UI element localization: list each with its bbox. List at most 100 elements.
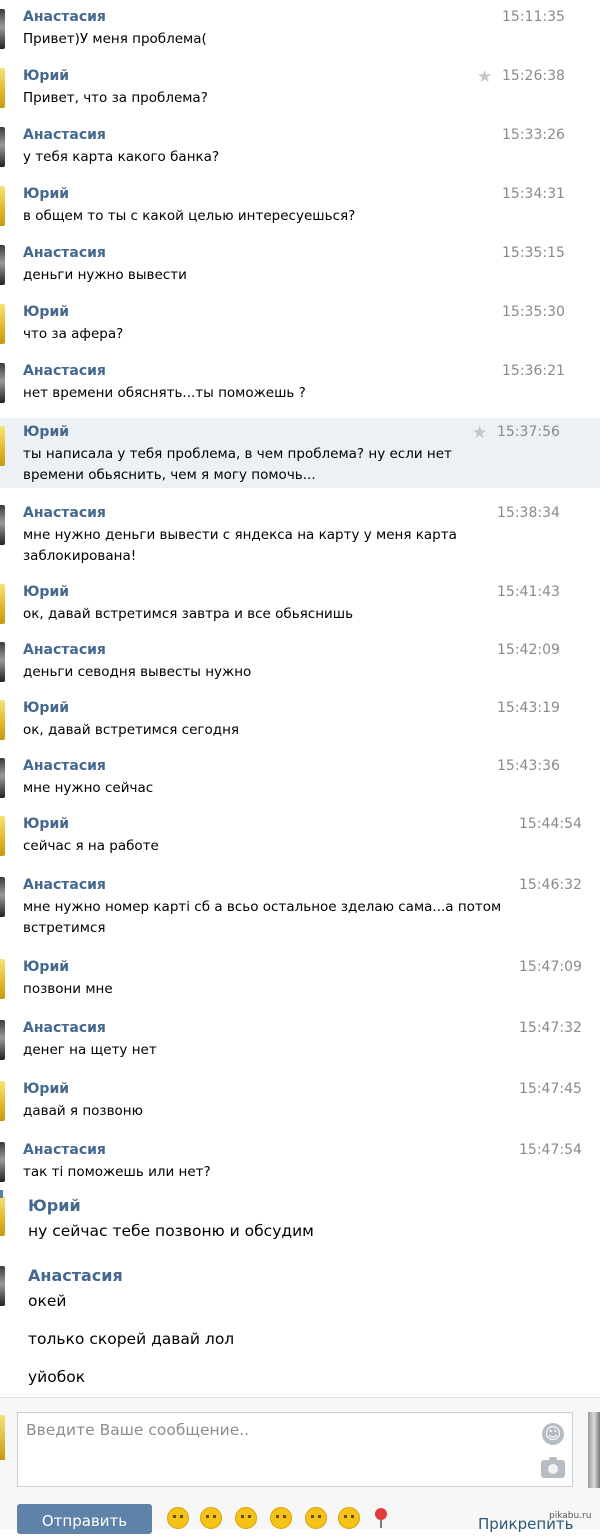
emoji-wink-icon[interactable] xyxy=(270,1507,292,1529)
message-item[interactable]: Юрий 15:37:56 ★ ты написала у тебя проблема… xyxy=(0,418,600,488)
emoji-sad-icon[interactable] xyxy=(305,1507,327,1529)
message-composer: Введите Ваше сообщение.. ☺ Отправить При… xyxy=(0,1397,600,1534)
author-name[interactable]: Анастасия xyxy=(28,1266,123,1285)
message-time[interactable]: 15:26:38 xyxy=(502,68,565,84)
author-name[interactable]: Юрий xyxy=(23,584,69,600)
author-avatar[interactable] xyxy=(0,127,5,167)
message-item[interactable]: Юрий 15:34:31 в общем то ты с какой целью … xyxy=(0,182,600,241)
author-avatar[interactable] xyxy=(0,816,5,856)
message-text: ок, давай встретимся сегодня xyxy=(23,722,240,738)
message-time[interactable]: 15:11:35 xyxy=(502,9,565,25)
message-time[interactable]: 15:42:09 xyxy=(497,642,560,658)
author-avatar[interactable] xyxy=(0,959,5,999)
message-item[interactable]: Анастасия 15:43:36 мне нужно сейчас xyxy=(0,754,600,813)
author-avatar[interactable] xyxy=(0,584,5,624)
author-name[interactable]: Анастасия xyxy=(23,758,106,774)
message-time[interactable]: 15:41:43 xyxy=(497,584,560,600)
author-name[interactable]: Анастасия xyxy=(23,1020,106,1036)
message-item[interactable]: Юрий 15:41:43 ок, давай встретимся завтра … xyxy=(0,580,600,639)
author-name[interactable]: Анастасия xyxy=(23,245,106,261)
message-item[interactable]: Анастасия 15:36:21 нет времени обяснять...… xyxy=(0,359,600,418)
author-avatar[interactable] xyxy=(0,186,5,226)
author-avatar[interactable] xyxy=(0,1020,5,1060)
emoji-angry-icon[interactable] xyxy=(200,1507,222,1529)
author-avatar[interactable] xyxy=(0,426,5,466)
message-time[interactable]: 15:47:45 xyxy=(519,1081,582,1097)
message-item[interactable]: Юрий 15:43:19 ок, давай встретимся сегодня xyxy=(0,696,600,755)
author-name[interactable]: Анастасия xyxy=(23,505,106,521)
message-time[interactable]: 15:33:26 xyxy=(502,127,565,143)
message-time[interactable]: 15:46:32 xyxy=(519,877,582,893)
author-name[interactable]: Юрий xyxy=(23,304,69,320)
author-name[interactable]: Юрий xyxy=(28,1196,81,1215)
message-time[interactable]: 15:36:21 xyxy=(502,363,565,379)
author-avatar[interactable] xyxy=(0,9,5,49)
author-avatar[interactable] xyxy=(0,1081,5,1121)
message-time[interactable]: 15:34:31 xyxy=(502,186,565,202)
message-item[interactable]: Юрий 15:26:38 ★ Привет, что за проблема? xyxy=(0,64,600,123)
send-button[interactable]: Отправить xyxy=(17,1504,152,1534)
message-time[interactable]: 15:47:32 xyxy=(519,1020,582,1036)
author-name[interactable]: Юрий xyxy=(23,186,69,202)
companion-avatar[interactable] xyxy=(588,1412,600,1488)
author-name[interactable]: Юрий xyxy=(23,1081,69,1097)
author-name[interactable]: Анастасия xyxy=(23,9,106,25)
message-item[interactable]: Юрий 15:47:09 позвони мне xyxy=(0,955,600,1017)
emoji-laugh-icon[interactable] xyxy=(235,1507,257,1529)
author-avatar[interactable] xyxy=(0,758,5,798)
message-time[interactable]: 15:43:36 xyxy=(497,758,560,774)
author-name[interactable]: Юрий xyxy=(23,68,69,84)
emoji-smile-icon[interactable] xyxy=(167,1507,189,1529)
message-time[interactable]: 15:37:56 xyxy=(497,424,560,440)
message-time[interactable]: 15:47:09 xyxy=(519,959,582,975)
author-avatar[interactable] xyxy=(0,505,5,545)
message-item[interactable]: Юрий ну сейчас тебе позвоню и обсудим xyxy=(0,1192,600,1266)
message-text: сейчас я на работе xyxy=(23,838,159,854)
author-avatar[interactable] xyxy=(0,642,5,682)
message-item[interactable]: Анастасия окей только скорей давай лол уй… xyxy=(0,1262,600,1396)
message-item[interactable]: Анастасия 15:46:32 мне нужно номер карті с… xyxy=(0,873,600,955)
message-item[interactable]: Анастасия 15:35:15 деньги нужно вывести xyxy=(0,241,600,300)
message-time[interactable]: 15:35:15 xyxy=(502,245,565,261)
message-item[interactable]: Анастасия 15:47:32 денег на щету нет xyxy=(0,1016,600,1078)
author-avatar[interactable] xyxy=(0,363,5,403)
author-avatar[interactable] xyxy=(0,304,5,344)
message-time[interactable]: 15:44:54 xyxy=(519,816,582,832)
message-item[interactable]: Юрий 15:47:45 давай я позвоню xyxy=(0,1077,600,1139)
author-name[interactable]: Анастасия xyxy=(23,1142,106,1158)
author-name[interactable]: Юрий xyxy=(23,700,69,716)
message-item[interactable]: Анастасия 15:33:26 у тебя карта какого бан… xyxy=(0,123,600,182)
author-avatar[interactable] xyxy=(0,700,5,740)
message-item[interactable]: Анастасия 15:11:35 Привет)У меня проблема( xyxy=(0,5,600,64)
author-avatar[interactable] xyxy=(0,1142,5,1182)
author-avatar[interactable] xyxy=(0,877,5,917)
message-text: ну сейчас тебе позвоню и обсудим xyxy=(28,1222,314,1240)
author-name[interactable]: Анастасия xyxy=(23,642,106,658)
message-time[interactable]: 15:35:30 xyxy=(502,304,565,320)
pin-icon[interactable] xyxy=(375,1508,387,1528)
message-time[interactable]: 15:43:19 xyxy=(497,700,560,716)
author-name[interactable]: Юрий xyxy=(23,424,69,440)
message-input[interactable]: Введите Ваше сообщение.. ☺ xyxy=(17,1412,573,1487)
camera-icon[interactable] xyxy=(541,1457,565,1478)
author-avatar[interactable] xyxy=(0,1196,5,1236)
emoji-glasses-icon[interactable] xyxy=(338,1507,360,1529)
author-avatar[interactable] xyxy=(0,68,5,108)
author-name[interactable]: Анастасия xyxy=(23,363,106,379)
author-avatar[interactable] xyxy=(0,1266,5,1306)
message-item[interactable]: Юрий 15:35:30 что за афера? xyxy=(0,300,600,359)
message-time[interactable]: 15:38:34 xyxy=(497,505,560,521)
message-item[interactable]: Анастасия 15:47:54 так ті поможешь или нет… xyxy=(0,1138,600,1196)
author-name[interactable]: Анастасия xyxy=(23,127,106,143)
author-name[interactable]: Юрий xyxy=(23,959,69,975)
star-icon[interactable]: ★ xyxy=(477,69,492,86)
message-time[interactable]: 15:47:54 xyxy=(519,1142,582,1158)
smile-icon[interactable]: ☺ xyxy=(542,1423,564,1445)
star-icon[interactable]: ★ xyxy=(472,425,487,442)
author-name[interactable]: Анастасия xyxy=(23,877,106,893)
author-avatar[interactable] xyxy=(0,245,5,285)
message-item[interactable]: Анастасия 15:38:34 мне нужно деньги вывест… xyxy=(0,501,600,579)
message-item[interactable]: Анастасия 15:42:09 деньги севодня вывесты … xyxy=(0,638,600,697)
message-item[interactable]: Юрий 15:44:54 сейчас я на работе xyxy=(0,812,600,874)
author-name[interactable]: Юрий xyxy=(23,816,69,832)
